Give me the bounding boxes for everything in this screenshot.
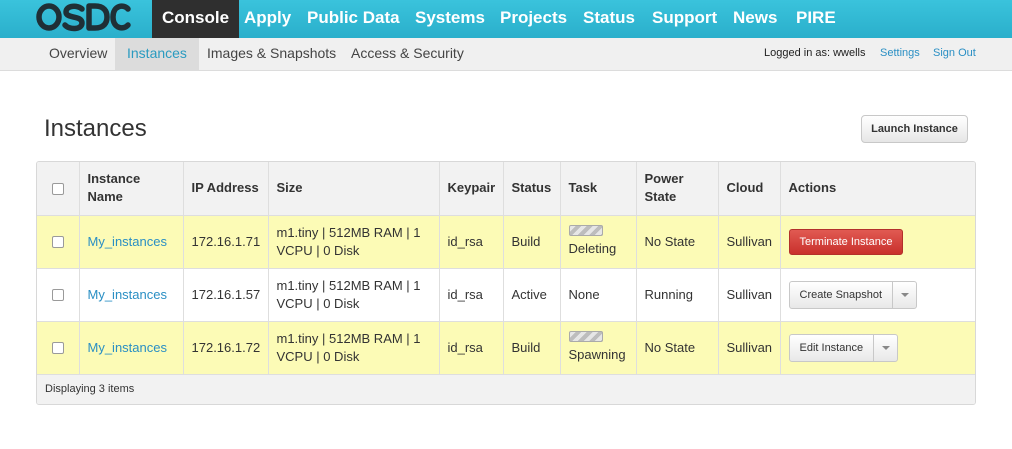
nav-status[interactable]: Status	[573, 0, 645, 38]
power-state: No State	[636, 321, 719, 375]
terminate-instance-button[interactable]: Terminate Instance	[788, 228, 904, 255]
instance-size: m1.tiny | 512MB RAM | 1 VCPU | 0 Disk	[268, 268, 440, 322]
create-snapshot-button[interactable]: Create Snapshot	[790, 282, 893, 308]
col-power-state[interactable]: Power State	[636, 162, 719, 216]
nav-systems[interactable]: Systems	[405, 0, 495, 38]
cloud: Sullivan	[718, 321, 781, 375]
row-checkbox[interactable]	[51, 236, 64, 249]
col-ip-address[interactable]: IP Address	[183, 162, 269, 216]
logged-in-text: Logged in as: wwells	[764, 47, 866, 59]
chevron-down-icon	[900, 292, 909, 297]
nav-console[interactable]: Console	[152, 0, 240, 38]
instance-name-link[interactable]: My_instances	[88, 234, 167, 249]
table-row: My_instances 172.16.1.71 m1.tiny | 512MB…	[37, 215, 975, 269]
power-state: Running	[636, 268, 719, 322]
edit-instance-split-button: Edit Instance	[788, 333, 899, 362]
table-row: My_instances 172.16.1.72 m1.tiny | 512MB…	[37, 321, 975, 375]
nav-public-data[interactable]: Public Data	[297, 0, 410, 38]
tab-overview[interactable]: Overview	[37, 38, 119, 70]
task: None	[560, 268, 637, 322]
instance-size: m1.tiny | 512MB RAM | 1 VCPU | 0 Disk	[268, 215, 440, 269]
ip-address: 172.16.1.57	[183, 268, 269, 322]
keypair: id_rsa	[439, 268, 504, 322]
col-size[interactable]: Size	[268, 162, 440, 216]
instances-table: Instance Name IP Address Size Keypair St…	[36, 161, 976, 405]
create-snapshot-split-button: Create Snapshot	[788, 280, 918, 309]
status: Build	[503, 321, 561, 375]
settings-link[interactable]: Settings	[880, 38, 920, 70]
row-checkbox[interactable]	[51, 342, 64, 355]
sub-navbar: Overview Instances Images & Snapshots Ac…	[0, 38, 1012, 71]
keypair: id_rsa	[439, 321, 504, 375]
instance-name-link[interactable]: My_instances	[88, 340, 167, 355]
task: Deleting	[568, 241, 617, 256]
cloud: Sullivan	[718, 268, 781, 322]
task-cell: Spawning	[560, 321, 637, 375]
page-title: Instances	[44, 115, 147, 142]
more-actions-dropdown[interactable]	[892, 281, 916, 308]
chevron-down-icon	[881, 345, 890, 350]
nav-apply[interactable]: Apply	[234, 0, 301, 38]
nav-news[interactable]: News	[723, 0, 787, 38]
keypair: id_rsa	[439, 215, 504, 269]
cloud: Sullivan	[718, 215, 781, 269]
power-state: No State	[636, 215, 719, 269]
tab-access-security[interactable]: Access & Security	[339, 38, 476, 70]
task-progress-icon	[568, 331, 603, 342]
launch-instance-button[interactable]: Launch Instance	[861, 115, 968, 143]
ip-address: 172.16.1.71	[183, 215, 269, 269]
ip-address: 172.16.1.72	[183, 321, 269, 375]
nav-support[interactable]: Support	[642, 0, 727, 38]
select-all-checkbox[interactable]	[51, 182, 64, 195]
tab-instances[interactable]: Instances	[115, 38, 199, 70]
col-instance-name[interactable]: Instance Name	[79, 162, 184, 216]
col-cloud[interactable]: Cloud	[718, 162, 781, 216]
status: Active	[503, 268, 561, 322]
table-header-row: Instance Name IP Address Size Keypair St…	[37, 162, 975, 216]
table-row: My_instances 172.16.1.57 m1.tiny | 512MB…	[37, 268, 975, 322]
task: Spawning	[568, 347, 626, 362]
tab-images-snapshots[interactable]: Images & Snapshots	[195, 38, 348, 70]
nav-pire[interactable]: PIRE	[786, 0, 846, 38]
row-checkbox[interactable]	[51, 289, 64, 302]
instance-size: m1.tiny | 512MB RAM | 1 VCPU | 0 Disk	[268, 321, 440, 375]
nav-projects[interactable]: Projects	[490, 0, 577, 38]
table-footer: Displaying 3 items	[37, 374, 975, 404]
task-cell: Deleting	[560, 215, 637, 269]
status: Build	[503, 215, 561, 269]
osdc-logo[interactable]	[36, 1, 132, 37]
task-progress-icon	[568, 225, 603, 236]
col-task[interactable]: Task	[560, 162, 637, 216]
more-actions-dropdown[interactable]	[873, 334, 897, 361]
col-actions: Actions	[780, 162, 975, 216]
top-navbar: Console Apply Public Data Systems Projec…	[0, 0, 1012, 38]
col-keypair[interactable]: Keypair	[439, 162, 504, 216]
col-status[interactable]: Status	[503, 162, 561, 216]
edit-instance-button[interactable]: Edit Instance	[790, 335, 874, 361]
instance-name-link[interactable]: My_instances	[88, 287, 167, 302]
sign-out-link[interactable]: Sign Out	[933, 38, 976, 70]
